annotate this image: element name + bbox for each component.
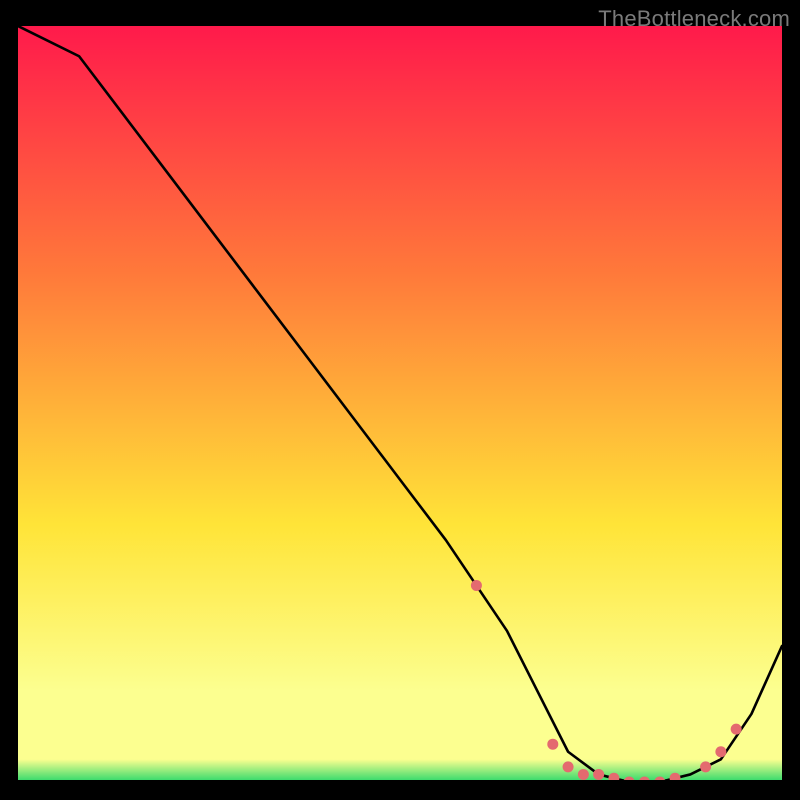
- chart-svg: [18, 26, 782, 782]
- marker-dot: [715, 746, 726, 757]
- baseline: [18, 780, 782, 782]
- gradient-background: [18, 26, 782, 782]
- marker-dot: [593, 769, 604, 780]
- watermark-text: TheBottleneck.com: [598, 6, 790, 32]
- chart-frame: TheBottleneck.com: [0, 0, 800, 800]
- marker-dot: [563, 761, 574, 772]
- marker-dot: [578, 769, 589, 780]
- marker-dot: [547, 739, 558, 750]
- plot-area: [18, 26, 782, 782]
- marker-dot: [731, 724, 742, 735]
- marker-dot: [471, 580, 482, 591]
- marker-dot: [700, 761, 711, 772]
